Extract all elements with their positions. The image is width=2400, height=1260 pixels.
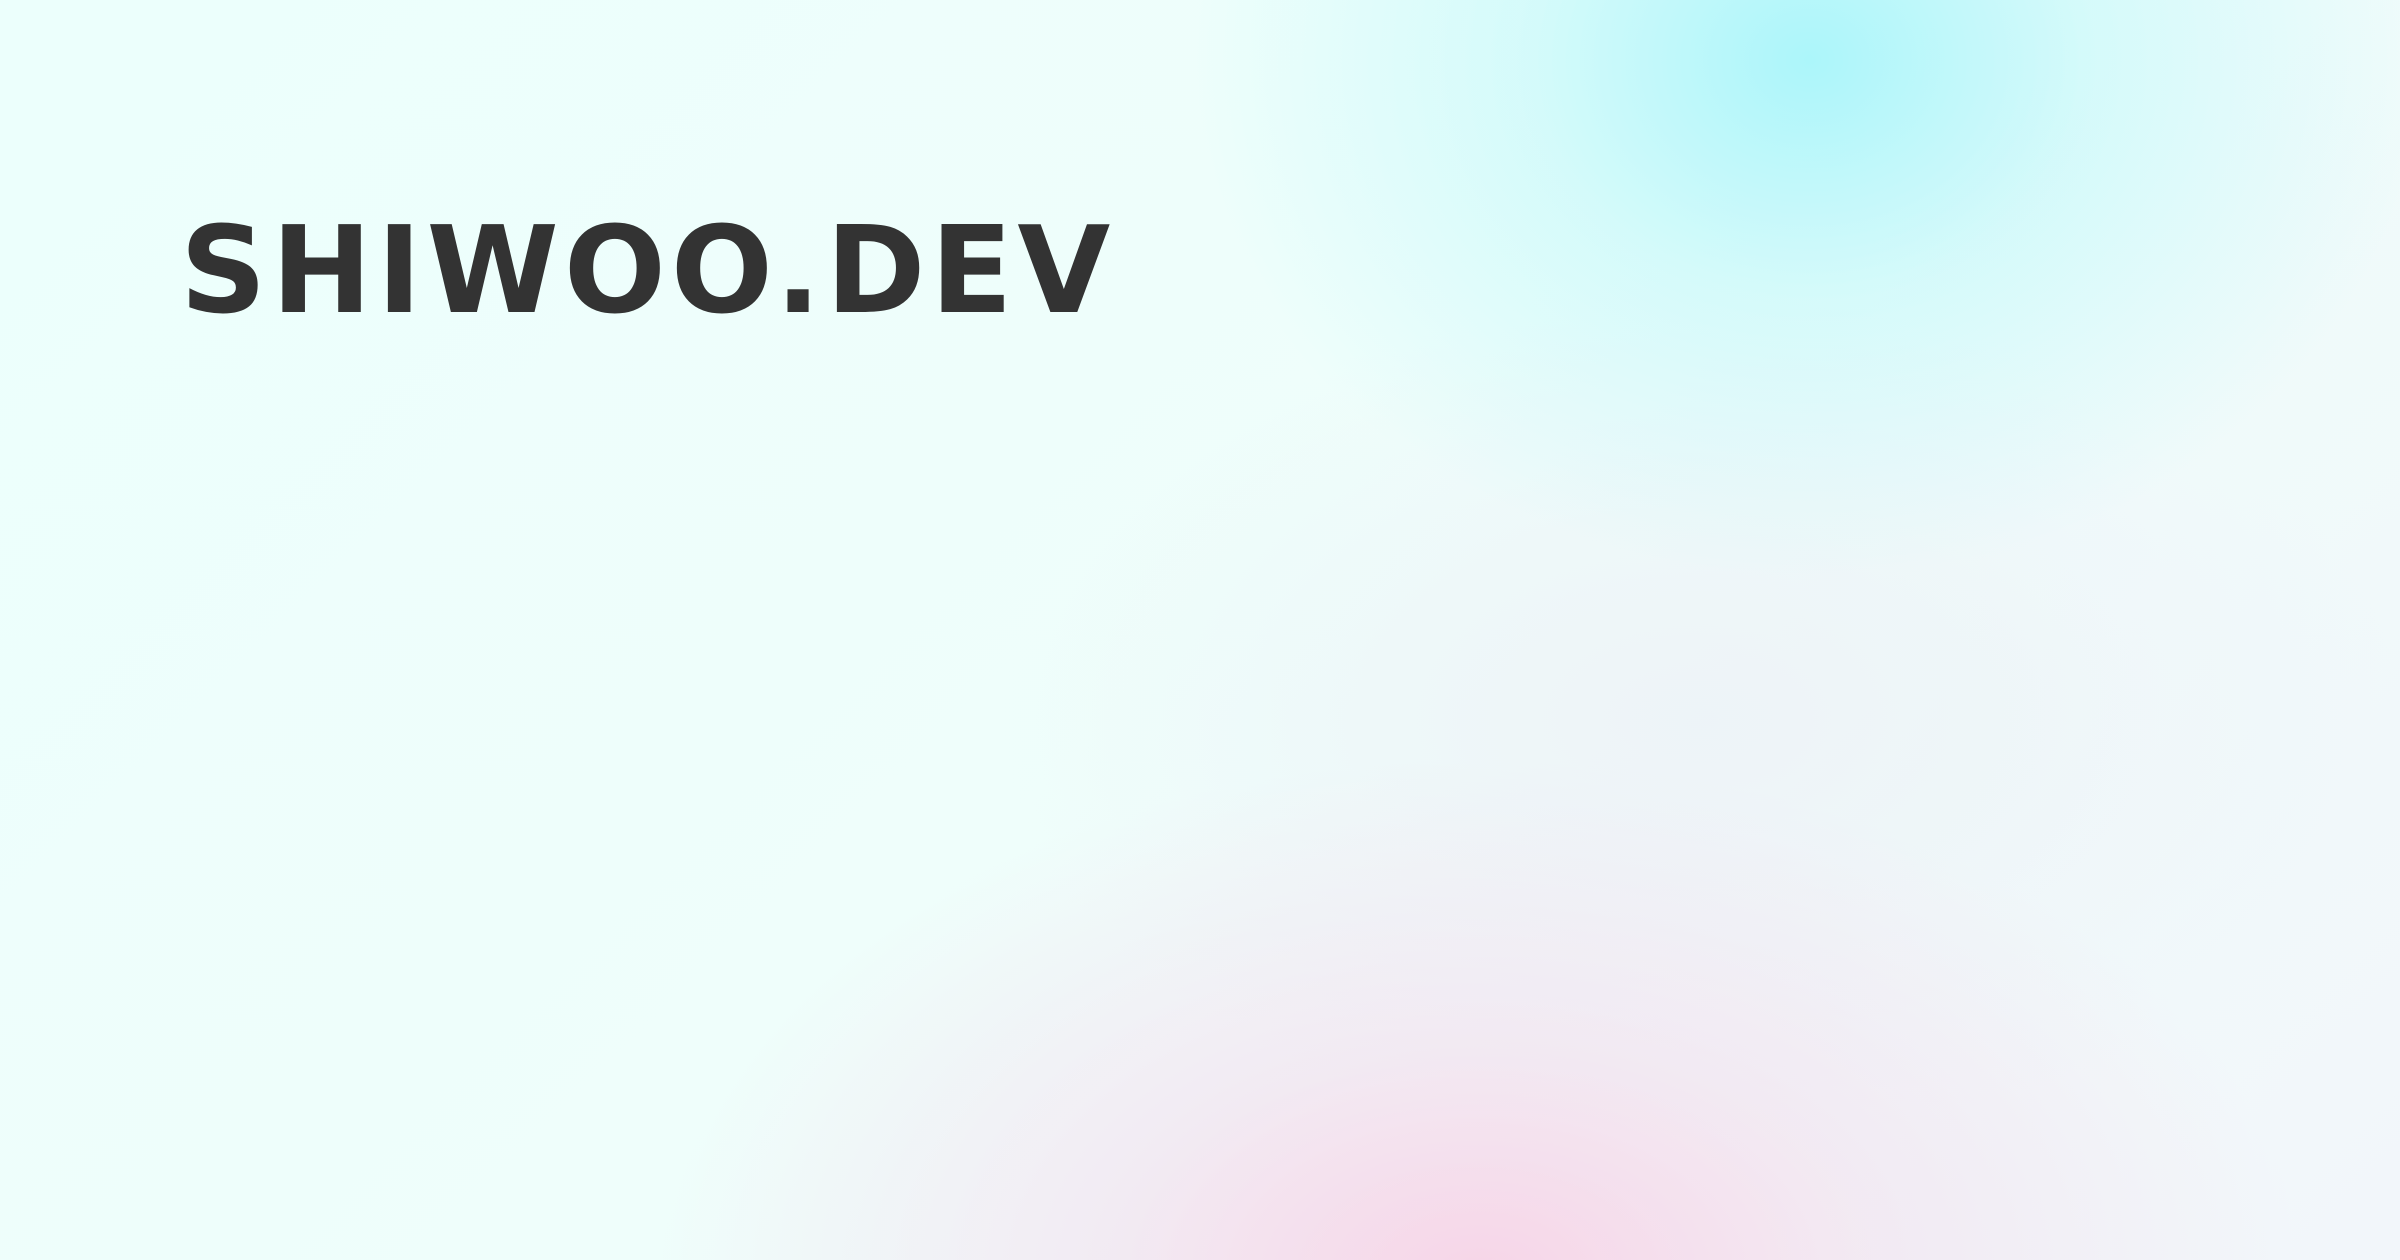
page: { "site": { "logo_text": "SHIWOO.DEV" },… [0,0,2400,1260]
site-logo-text: SHIWOO.DEV [180,202,1116,341]
